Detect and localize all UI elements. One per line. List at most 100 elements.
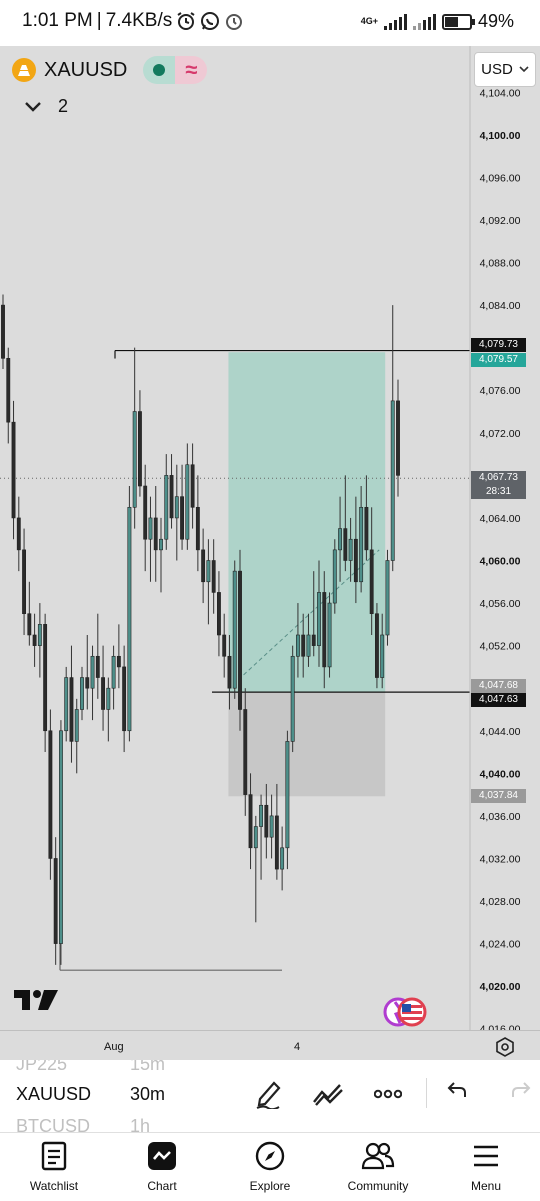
candle-body <box>74 709 79 742</box>
price-tick: 4,032.00 <box>480 853 521 865</box>
price-tick: 4,096.00 <box>480 172 521 184</box>
candle-body <box>185 464 190 540</box>
brush-tool-button[interactable] <box>238 1076 298 1112</box>
market-status-pill[interactable]: ≈ <box>143 56 208 84</box>
candle-body <box>122 666 127 732</box>
price-tick: 4,020.00 <box>480 981 521 993</box>
redo-button[interactable] <box>510 1080 532 1105</box>
nav-explore[interactable]: Explore <box>216 1133 324 1201</box>
candle-body <box>238 570 242 710</box>
status-left: 1:01 PM | 7.4KB/s <box>22 10 244 32</box>
chevron-down-small-icon <box>519 66 529 73</box>
candle-body <box>48 730 53 859</box>
gold-coin-icon <box>12 58 36 82</box>
candle-body <box>217 592 221 636</box>
candle-body <box>380 634 385 678</box>
status-bar: 1:01 PM | 7.4KB/s 4G+ 49% <box>0 0 540 46</box>
price-tick: 4,052.00 <box>480 641 521 653</box>
picker-row-selected[interactable]: XAUUSD 30m <box>16 1084 165 1105</box>
toolbar-divider <box>426 1078 427 1108</box>
nav-chart[interactable]: Chart <box>108 1133 216 1201</box>
candlestick-chart[interactable]: 4,104.00 4,100.00 4,096.00 4,092.00 4,088.00… <box>0 46 540 1060</box>
price-tick: 4,056.00 <box>480 598 521 610</box>
nav-menu[interactable]: Menu <box>432 1133 540 1201</box>
candle-body <box>322 592 327 668</box>
news-flags[interactable] <box>382 996 430 1028</box>
chart-settings-button[interactable] <box>495 1037 515 1060</box>
candle-body <box>127 506 132 732</box>
alarm-icon <box>177 12 195 30</box>
candle-body <box>359 506 364 583</box>
candle-body <box>338 528 342 551</box>
candle-body <box>174 496 179 519</box>
candle-body <box>343 528 348 561</box>
candle-body <box>1 304 5 359</box>
entry-price-label: 4,047.68 <box>471 678 526 693</box>
candle-body <box>317 592 321 646</box>
market-open-indicator <box>143 56 176 84</box>
candle-body <box>232 570 237 689</box>
nav-community-label: Community <box>347 1179 409 1193</box>
price-tick: 4,088.00 <box>480 258 521 270</box>
candle-body <box>6 358 11 423</box>
chart-toolbar: JP225 15m XAUUSD 30m BTCUSD 1h <box>0 1060 540 1132</box>
candle-body <box>248 794 253 849</box>
chevron-down-icon[interactable] <box>24 101 42 113</box>
status-separator: | <box>96 10 102 31</box>
candle-body <box>285 741 290 849</box>
symbol-name[interactable]: XAUUSD <box>44 59 127 82</box>
candle-body <box>11 421 16 519</box>
picker-row-prev[interactable]: JP225 15m <box>16 1060 165 1075</box>
chart-area[interactable]: 4,104.00 4,100.00 4,096.00 4,092.00 4,088.00… <box>0 46 540 1060</box>
price-tick: 4,064.00 <box>480 513 521 525</box>
candle-body <box>222 634 227 657</box>
candle-body <box>396 400 400 476</box>
candle-body <box>253 826 258 849</box>
price-tick: 4,036.00 <box>480 811 521 823</box>
redo-icon <box>512 1082 531 1097</box>
candle-body <box>206 560 211 583</box>
time-label-aug: Aug <box>104 1041 124 1053</box>
candle-body <box>116 655 121 668</box>
network-type: 4G+ <box>360 16 378 26</box>
tradingview-logo[interactable] <box>14 988 60 1017</box>
lower-line-price-label: 4,047.63 <box>471 693 526 708</box>
us-flag-icon <box>383 997 427 1027</box>
whatsapp-icon <box>201 12 220 30</box>
nav-watchlist[interactable]: Watchlist <box>0 1133 108 1201</box>
candle-body <box>311 634 316 646</box>
candle-body <box>132 411 137 508</box>
candle-body <box>37 624 42 646</box>
price-tick: 4,040.00 <box>480 768 521 780</box>
candle-body <box>280 847 285 870</box>
candle-body <box>301 634 306 657</box>
chart-icon <box>148 1142 176 1170</box>
community-icon <box>361 1142 395 1170</box>
candle-body <box>385 560 390 636</box>
indicator-toggle[interactable]: 2 <box>24 96 68 117</box>
signal-icon <box>383 13 407 30</box>
candle-body <box>264 804 269 838</box>
signal-icon-2 <box>412 13 436 30</box>
nav-community[interactable]: Community <box>324 1133 432 1201</box>
price-tick: 4,028.00 <box>480 896 521 908</box>
price-tick: 4,100.00 <box>480 130 521 142</box>
more-tools-button[interactable] <box>358 1076 418 1112</box>
trend-tools-button[interactable] <box>298 1076 358 1112</box>
price-tick: 4,044.00 <box>480 726 521 738</box>
symbol-interval-picker[interactable]: JP225 15m XAUUSD 30m BTCUSD 1h <box>16 1060 216 1132</box>
picker-row-next[interactable]: BTCUSD 1h <box>16 1116 150 1132</box>
symbol-header[interactable]: XAUUSD ≈ <box>12 56 208 84</box>
candle-body <box>243 709 248 795</box>
candle-body <box>180 496 184 540</box>
time-axis[interactable]: Aug 4 <box>0 1030 540 1061</box>
currency-selector[interactable]: USD <box>474 52 536 87</box>
clock-icon <box>226 14 243 30</box>
take-profit-price-label: 4,079.57 <box>471 353 526 368</box>
price-tick: 4,104.00 <box>480 87 521 99</box>
candle-body <box>259 804 263 827</box>
market-open-dot-icon <box>153 64 166 76</box>
candle-body <box>69 677 74 742</box>
candle-body <box>306 634 311 657</box>
undo-button[interactable] <box>446 1080 468 1105</box>
